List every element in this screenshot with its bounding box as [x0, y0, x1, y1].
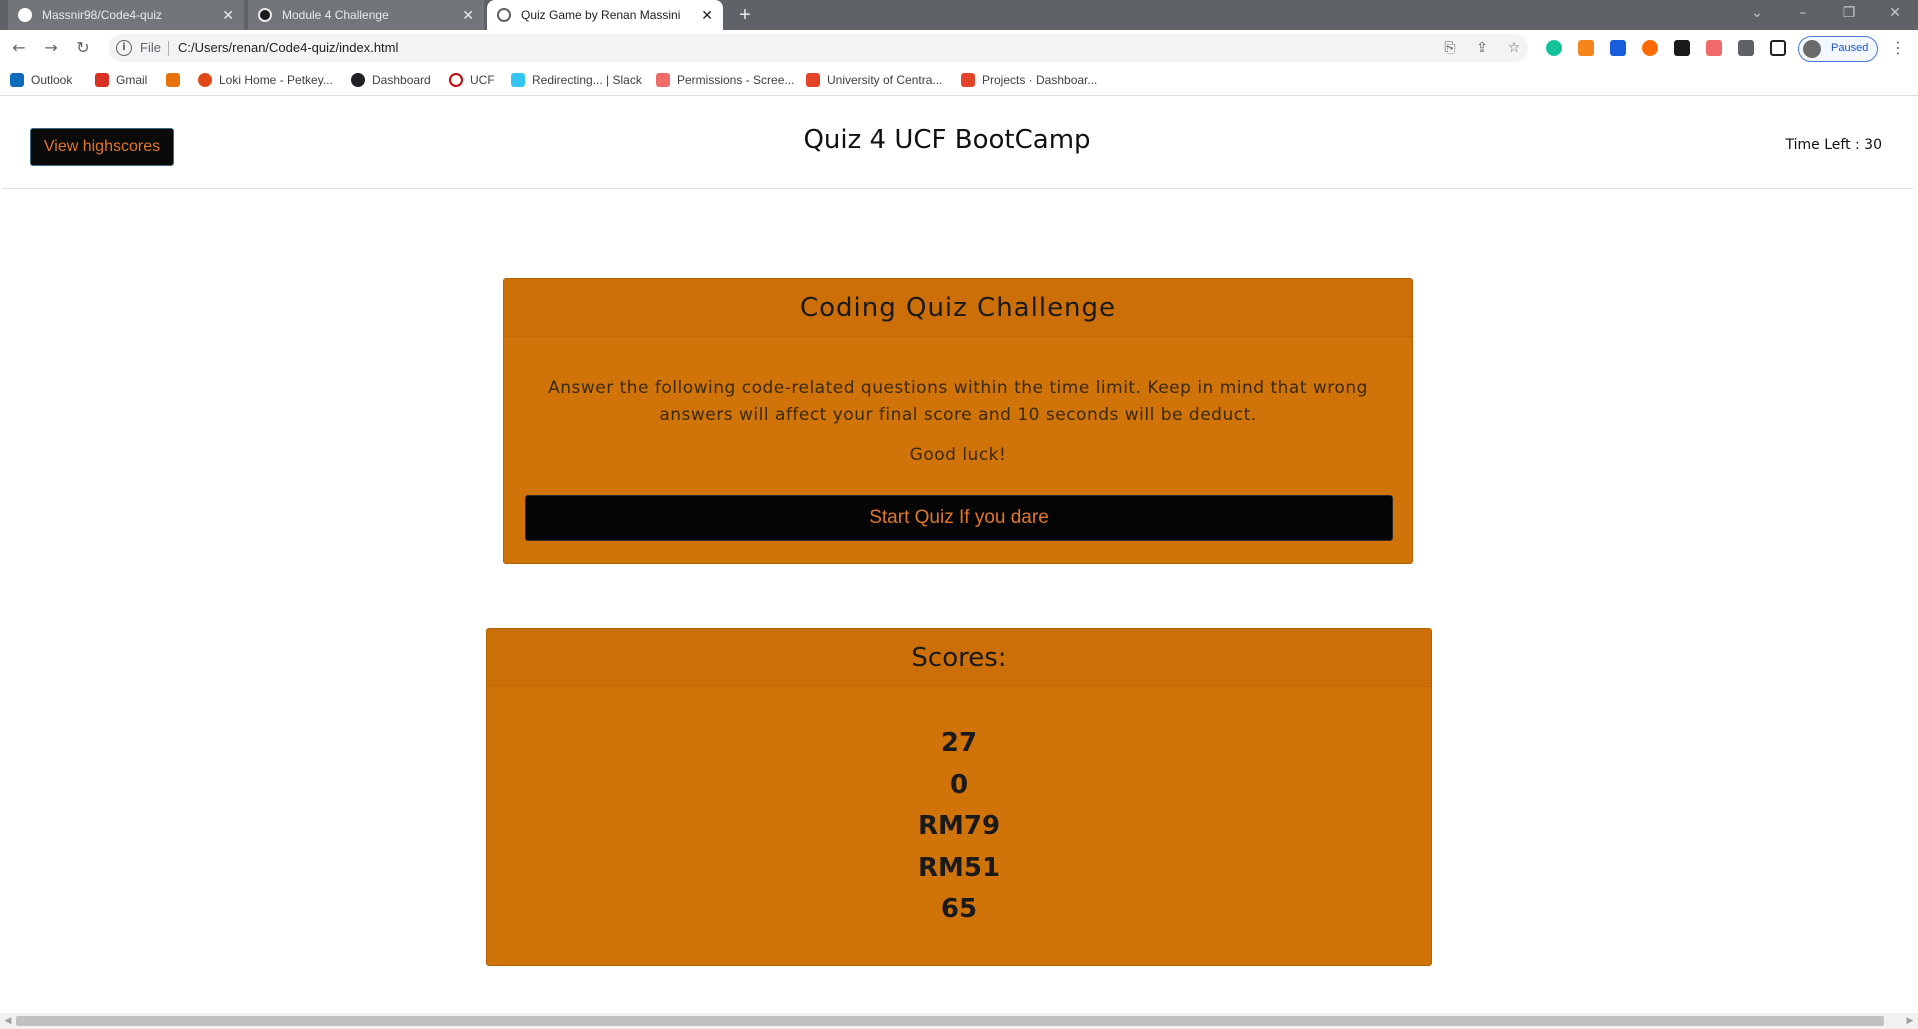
info-icon[interactable]: i — [116, 40, 132, 56]
star-icon[interactable]: ☆ — [1506, 40, 1522, 56]
bookmark-outlook[interactable]: Outlook — [10, 73, 72, 87]
close-tab-icon[interactable]: ✕ — [222, 7, 234, 24]
tab-title: Massnir98/Code4-quiz — [42, 8, 163, 22]
close-tab-icon[interactable]: ✕ — [462, 7, 474, 24]
scroll-right-icon[interactable]: ▶ — [1902, 1013, 1918, 1029]
bookmark-loki[interactable]: Loki Home - Petkey... — [198, 73, 333, 87]
close-tab-icon[interactable]: ✕ — [701, 7, 713, 24]
good-luck-text: Good luck! — [909, 445, 1007, 465]
score-item: 0 — [949, 769, 969, 800]
grammarly-icon[interactable] — [1546, 40, 1562, 56]
score-item: 65 — [940, 894, 978, 924]
scroll-left-icon[interactable]: ◀ — [0, 1013, 16, 1029]
page-title: Quiz 4 UCF BootCamp — [803, 125, 1091, 155]
extensions-puzzle-icon[interactable] — [1738, 40, 1754, 56]
scrollbar-thumb[interactable] — [16, 1016, 1884, 1026]
bookmark-projects[interactable]: Projects · Dashboar... — [961, 73, 1097, 87]
bookmark-label: Loki Home - Petkey... — [219, 73, 333, 87]
forward-icon[interactable]: → — [40, 37, 62, 59]
bookmark-university[interactable]: University of Centra... — [806, 73, 942, 87]
gmail-icon — [95, 73, 109, 87]
divider — [168, 41, 169, 56]
permissions-icon — [656, 73, 670, 87]
tab-strip: Massnir98/Code4-quiz ✕ Module 4 Challeng… — [0, 0, 1918, 30]
bookmark-label: Projects · Dashboar... — [982, 73, 1098, 87]
bookmark-slack[interactable]: Redirecting... | Slack — [511, 73, 642, 87]
dashboard-grid-icon — [166, 73, 180, 87]
dashboard-icon — [258, 8, 272, 22]
start-quiz-button[interactable]: Start Quiz If you dare — [525, 495, 1393, 541]
extension-arrow-icon[interactable] — [1706, 40, 1722, 56]
back-icon[interactable]: ← — [8, 37, 30, 59]
bookmark-ucf[interactable]: UCF — [449, 73, 495, 87]
extension-box-icon[interactable] — [1674, 40, 1690, 56]
quiz-description: Answer the following code-related questi… — [548, 378, 1368, 425]
translate-icon[interactable]: ⎘ — [1442, 40, 1458, 56]
profile-button[interactable]: Paused — [1798, 36, 1878, 62]
window-close-icon[interactable]: ✕ — [1872, 0, 1918, 30]
extension-sun-icon[interactable] — [1642, 40, 1658, 56]
page-content: View highscores Quiz 4 UCF BootCamp Time… — [0, 97, 1918, 1013]
tab-github[interactable]: Massnir98/Code4-quiz ✕ — [8, 0, 244, 30]
bookmark-gmail[interactable]: Gmail — [95, 73, 147, 87]
bookmark-label: Redirecting... | Slack — [532, 73, 642, 87]
scores-card: Scores: 27 0 RM79 RM51 65 — [486, 628, 1432, 966]
globe-icon — [497, 8, 511, 22]
ucf-icon — [449, 73, 463, 87]
restore-icon[interactable]: ❐ — [1826, 0, 1872, 30]
bookmark-dashboard[interactable]: Dashboard — [351, 73, 431, 87]
reload-icon[interactable]: ↻ — [72, 37, 94, 59]
gitlab-icon — [806, 73, 820, 87]
gitlab-icon — [961, 73, 975, 87]
loki-icon — [198, 73, 212, 87]
avatar — [1803, 40, 1821, 58]
timer-text: Time Left : 30 — [1785, 137, 1882, 153]
outlook-icon — [10, 73, 24, 87]
tab-title: Quiz Game by Renan Massini — [521, 8, 681, 22]
tab-title: Module 4 Challenge — [282, 8, 389, 22]
score-item: RM51 — [917, 852, 1001, 883]
bookmark-label: Outlook — [31, 73, 73, 87]
address-bar[interactable]: i File C:/Users/renan/Code4-quiz/index.h… — [108, 34, 1528, 62]
bitwarden-icon[interactable] — [1610, 40, 1626, 56]
quiz-intro-card: Coding Quiz Challenge Answer the followi… — [503, 278, 1413, 564]
side-panel-icon[interactable] — [1770, 40, 1786, 56]
bookmark-label: Permissions - Scree... — [677, 73, 795, 87]
score-item: 27 — [940, 728, 978, 758]
view-highscores-button[interactable]: View highscores — [30, 128, 174, 166]
bookmark-permissions[interactable]: Permissions - Scree... — [656, 73, 794, 87]
quiz-card-title: Coding Quiz Challenge — [504, 279, 1412, 337]
metamask-icon[interactable] — [1578, 40, 1594, 56]
page-header: View highscores Quiz 4 UCF BootCamp Time… — [2, 97, 1914, 189]
scores-card-title: Scores: — [487, 629, 1431, 687]
github-icon — [18, 8, 32, 22]
horizontal-scrollbar[interactable]: ◀ ▶ — [0, 1013, 1918, 1029]
dashboard-icon — [351, 73, 365, 87]
scores-list: 27 0 RM79 RM51 65 — [487, 723, 1431, 931]
new-tab-button[interactable]: + — [732, 3, 758, 27]
more-menu-icon[interactable]: ⋮ — [1890, 38, 1906, 58]
bookmark-label: Gmail — [116, 73, 148, 87]
browser-toolbar: ← → ↻ i File C:/Users/renan/Code4-quiz/i… — [0, 30, 1918, 66]
url-text[interactable]: C:/Users/renan/Code4-quiz/index.html — [178, 40, 398, 55]
tab-module-4[interactable]: Module 4 Challenge ✕ — [248, 0, 484, 30]
bookmark-label: Dashboard — [372, 73, 431, 87]
score-item: RM79 — [917, 811, 1001, 841]
minimize-icon[interactable]: – — [1780, 0, 1826, 30]
tab-search-icon[interactable]: ⌄ — [1734, 0, 1780, 30]
scheme-label: File — [140, 40, 161, 55]
slack-icon — [511, 73, 525, 87]
bookmarks-bar: Outlook Gmail Loki Home - Petkey... Dash… — [0, 66, 1918, 96]
tab-quiz-game[interactable]: Quiz Game by Renan Massini ✕ — [487, 0, 723, 30]
bookmark-label: UCF — [470, 73, 495, 87]
bookmark-label: University of Centra... — [827, 73, 943, 87]
profile-status: Paused — [1831, 42, 1869, 54]
share-icon[interactable]: ⇪ — [1474, 40, 1490, 56]
bookmark-grid[interactable] — [166, 73, 187, 87]
